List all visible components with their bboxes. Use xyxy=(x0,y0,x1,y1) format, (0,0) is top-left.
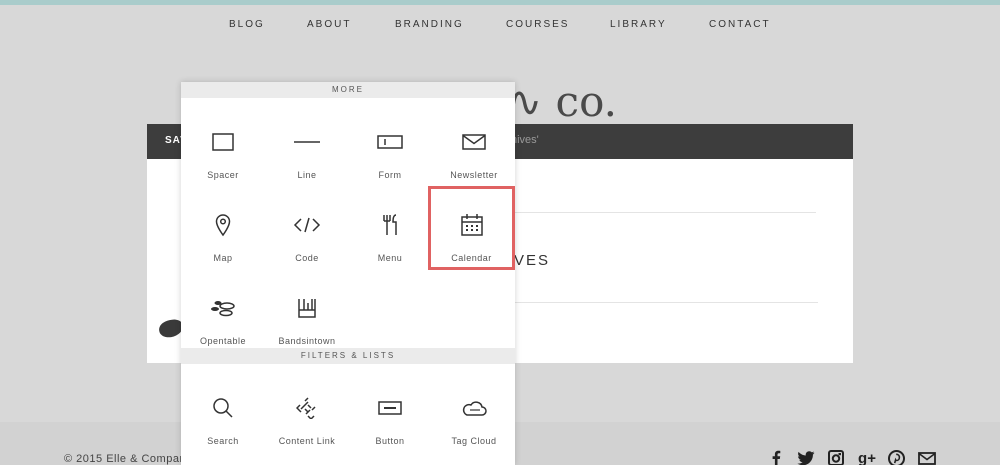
block-label: Spacer xyxy=(207,170,239,180)
block-button[interactable]: Button xyxy=(348,380,432,460)
opentable-icon xyxy=(181,296,265,320)
nav-item-about[interactable]: ABOUT xyxy=(307,19,351,30)
page-heading: VES xyxy=(514,252,551,269)
divider xyxy=(514,212,816,213)
newsletter-icon xyxy=(432,130,515,154)
block-form[interactable]: Form xyxy=(348,114,432,194)
bandsintown-icon xyxy=(265,296,349,320)
block-label: Search xyxy=(207,436,239,446)
block-code[interactable]: Code xyxy=(265,197,349,277)
divider xyxy=(514,302,818,303)
block-menu[interactable]: Menu xyxy=(348,197,432,277)
block-label: Map xyxy=(213,253,233,263)
section-header-filters-lists: FILTERS & LISTS xyxy=(181,348,515,364)
block-map[interactable]: Map xyxy=(181,197,265,277)
email-icon[interactable] xyxy=(918,450,936,465)
top-accent-strip xyxy=(0,0,1000,5)
menu-utensils-icon xyxy=(348,213,432,237)
tag-cloud-icon xyxy=(432,396,515,420)
block-newsletter[interactable]: Newsletter xyxy=(432,114,515,194)
block-label: Calendar xyxy=(451,253,492,263)
code-icon xyxy=(265,213,349,237)
section-header-more: MORE xyxy=(181,82,515,98)
spacer-icon xyxy=(181,130,265,154)
block-content-link[interactable]: Content Link xyxy=(265,380,349,460)
block-label: Content Link xyxy=(278,436,336,446)
pinterest-icon[interactable] xyxy=(887,449,905,465)
nav-item-branding[interactable]: BRANDING xyxy=(395,19,464,30)
block-label: Line xyxy=(297,170,317,180)
content-link-icon xyxy=(265,396,349,420)
nav-item-blog[interactable]: BLOG xyxy=(229,19,265,30)
block-label: Tag Cloud xyxy=(451,436,497,446)
block-calendar[interactable]: Calendar xyxy=(428,186,515,270)
block-label: Code xyxy=(295,253,319,263)
block-label: Bandsintown xyxy=(278,336,336,346)
main-nav: BLOG ABOUT BRANDING COURSES LIBRARY CONT… xyxy=(0,19,1000,33)
calendar-icon xyxy=(428,213,515,237)
twitter-icon[interactable] xyxy=(797,450,815,465)
block-label: Form xyxy=(378,170,402,180)
button-icon xyxy=(348,396,432,420)
nav-item-library[interactable]: LIBRARY xyxy=(610,19,667,30)
block-picker-panel: MORE Spacer Line Form Newsletter Map Cod… xyxy=(181,82,515,465)
block-spacer[interactable]: Spacer xyxy=(181,114,265,194)
map-pin-icon xyxy=(181,213,265,237)
block-search[interactable]: Search xyxy=(181,380,265,460)
nav-item-courses[interactable]: COURSES xyxy=(506,19,569,30)
instagram-icon[interactable] xyxy=(827,450,845,465)
block-label: Menu xyxy=(377,253,403,263)
block-tag-cloud[interactable]: Tag Cloud xyxy=(432,380,515,460)
block-label: Newsletter xyxy=(450,170,498,180)
block-label: Button xyxy=(375,436,405,446)
block-line[interactable]: Line xyxy=(265,114,349,194)
search-icon xyxy=(181,396,265,420)
site-logo[interactable]: ∿ co. xyxy=(507,78,617,126)
block-label: Opentable xyxy=(199,336,247,346)
form-icon xyxy=(348,130,432,154)
nav-item-contact[interactable]: CONTACT xyxy=(709,19,771,30)
google-plus-icon[interactable]: g+ xyxy=(856,450,878,465)
page-breadcrumb: hives' xyxy=(511,134,539,146)
facebook-icon[interactable] xyxy=(767,450,785,465)
line-icon xyxy=(265,130,349,154)
